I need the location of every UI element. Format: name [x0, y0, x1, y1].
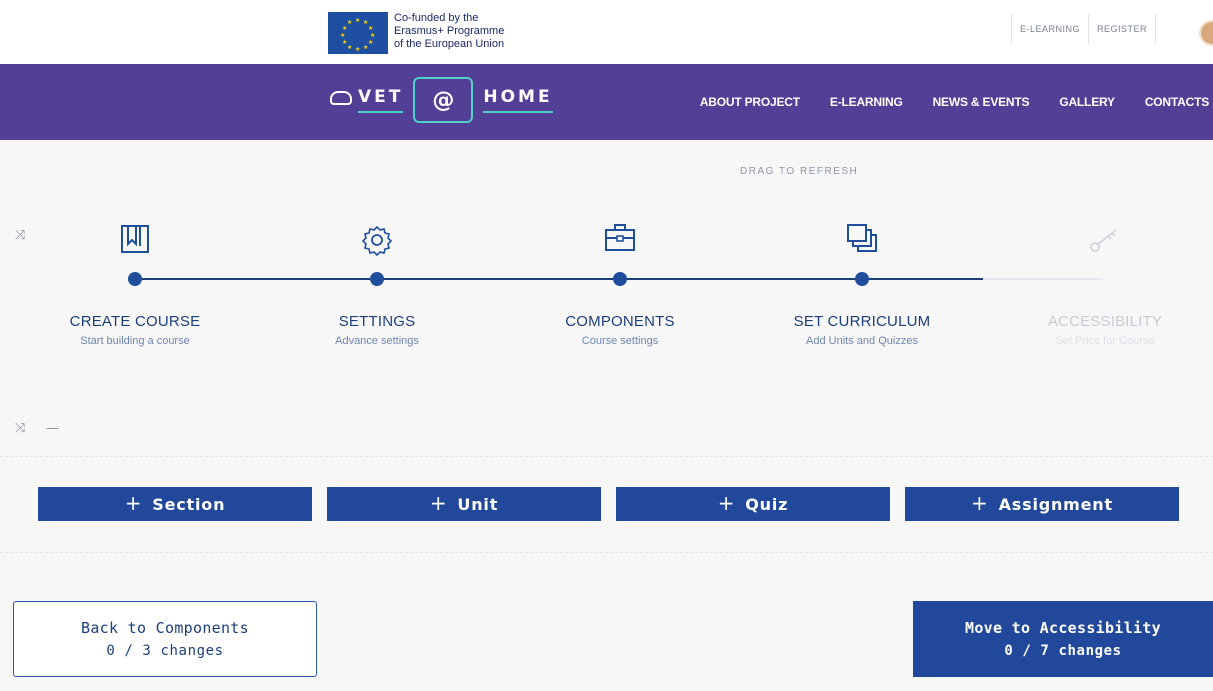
step-title: ACCESSIBILITY — [1047, 313, 1163, 330]
add-section-button[interactable]: + Section — [38, 487, 312, 521]
back-button-changes: 0 / 3 changes — [106, 643, 224, 659]
top-bar: ★ ★ ★ ★ ★ ★ ★ ★ ★ ★ ★ ★ Co-funded by the… — [0, 0, 1213, 64]
top-link-register[interactable]: REGISTER — [1087, 14, 1155, 44]
eu-text-line-3: of the European Union — [394, 38, 505, 50]
step-dot-settings[interactable] — [370, 272, 384, 286]
nav-elearning[interactable]: E-LEARNING — [830, 95, 903, 109]
key-icon — [1090, 229, 1117, 252]
stack-icon — [847, 224, 877, 252]
step-title: SETTINGS — [338, 313, 416, 330]
step-subtitle: Set Price for Course — [1055, 335, 1155, 347]
plus-icon: + — [717, 491, 736, 515]
add-quiz-button[interactable]: + Quiz — [616, 487, 890, 521]
back-button-label: Back to Components — [81, 619, 249, 637]
step-subtitle: Course settings — [581, 335, 659, 347]
logo-at-screen-icon: @ — [413, 77, 474, 123]
plus-icon: + — [429, 491, 448, 515]
nav-links: ABOUT PROJECT E-LEARNING NEWS & EVENTS G… — [670, 64, 1209, 140]
shuffle-icon[interactable]: ⤨ — [15, 228, 25, 243]
eu-funding-text: Co-funded by the Erasmus+ Programme of t… — [394, 12, 554, 51]
nav-contacts[interactable]: CONTACTS — [1145, 95, 1209, 109]
plus-icon: + — [971, 491, 989, 515]
bookmark-icon — [121, 225, 149, 253]
add-section-label: Section — [152, 494, 226, 514]
add-unit-button[interactable]: + Unit — [327, 487, 601, 521]
shuffle-icon[interactable]: ⤨ — [15, 421, 25, 436]
nav-news-events[interactable]: NEWS & EVENTS — [933, 95, 1030, 109]
eu-text-line-1: Co-funded by the — [394, 12, 479, 24]
eu-text-line-2: Erasmus+ Programme — [394, 25, 505, 37]
step-title: CREATE COURSE — [69, 313, 201, 330]
step-title: COMPONENTS — [565, 313, 675, 330]
top-link-divider — [1155, 14, 1185, 44]
top-links: E-LEARNING REGISTER — [1010, 14, 1185, 44]
nav-gallery[interactable]: GALLERY — [1059, 95, 1115, 109]
collapse-dash-icon[interactable]: — — [46, 421, 59, 436]
logo-word-vet: VET — [358, 87, 404, 113]
drag-to-refresh-label: DRAG TO REFRESH — [740, 166, 859, 177]
step-subtitle: Advance settings — [335, 335, 419, 347]
site-logo[interactable]: VET @ HOME — [330, 76, 553, 128]
main-navbar: VET @ HOME ABOUT PROJECT E-LEARNING NEWS… — [0, 64, 1213, 140]
briefcase-icon — [605, 224, 635, 251]
divider-bottom — [0, 552, 1213, 553]
eu-flag-icon: ★ ★ ★ ★ ★ ★ ★ ★ ★ ★ ★ ★ — [328, 12, 388, 54]
step-dot-create-course[interactable] — [128, 272, 142, 286]
step-dot-components[interactable] — [613, 272, 627, 286]
add-unit-label: Unit — [457, 494, 499, 514]
nav-about-project[interactable]: ABOUT PROJECT — [700, 95, 800, 109]
step-subtitle: Add Units and Quizzes — [806, 335, 918, 347]
move-to-accessibility-button[interactable]: Move to Accessibility 0 / 7 changes — [913, 601, 1213, 677]
plus-icon: + — [124, 491, 143, 515]
add-assignment-button[interactable]: + Assignment — [905, 487, 1179, 521]
avatar[interactable] — [1199, 20, 1213, 46]
add-quiz-label: Quiz — [745, 494, 789, 514]
step-title: SET CURRICULUM — [793, 313, 931, 330]
step-dot-set-curriculum[interactable] — [855, 272, 869, 286]
back-to-components-button[interactable]: Back to Components 0 / 3 changes — [13, 601, 317, 677]
top-link-elearning[interactable]: E-LEARNING — [1010, 14, 1088, 44]
add-assignment-label: Assignment — [998, 494, 1113, 514]
forward-button-changes: 0 / 7 changes — [1004, 643, 1122, 659]
forward-button-label: Move to Accessibility — [965, 619, 1161, 637]
chef-hat-icon — [330, 91, 352, 105]
divider-top — [0, 456, 1213, 457]
progress-track-remaining — [983, 278, 1103, 280]
step-subtitle: Start building a course — [80, 335, 190, 347]
gear-icon — [361, 225, 393, 256]
logo-word-home: HOME — [483, 87, 553, 113]
